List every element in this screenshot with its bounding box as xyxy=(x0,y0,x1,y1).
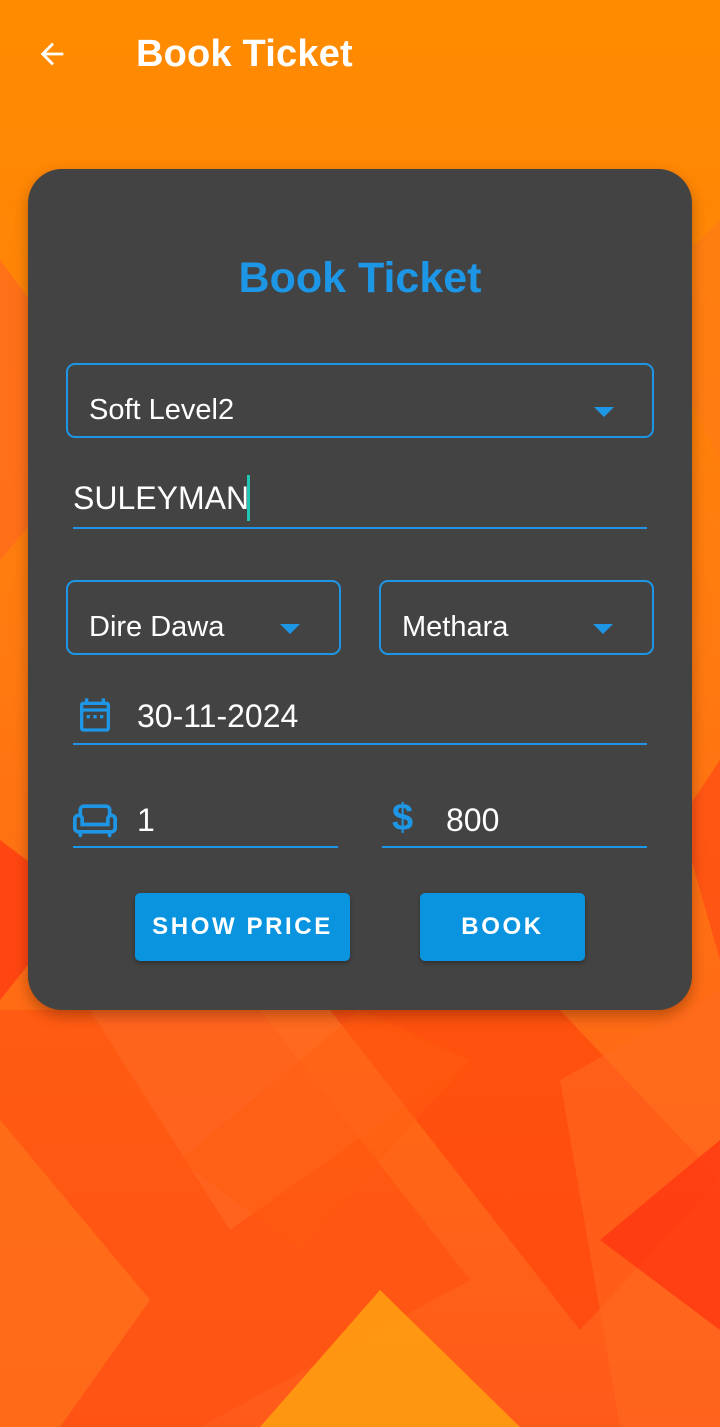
back-button[interactable] xyxy=(22,24,82,84)
passenger-name-input[interactable]: SULEYMAN xyxy=(73,470,647,529)
dollar-icon: $ xyxy=(392,797,414,839)
to-city-value: Methara xyxy=(402,611,509,643)
seats-value: 1 xyxy=(137,802,155,838)
travel-date-field[interactable]: 30-11-2024 xyxy=(73,690,647,745)
travel-date-value: 30-11-2024 xyxy=(137,698,299,734)
dropdown-arrow-icon xyxy=(593,624,613,634)
app-bar-title: Book Ticket xyxy=(136,33,353,75)
dropdown-arrow-icon xyxy=(280,624,300,634)
bus-level-value: Soft Level2 xyxy=(89,394,235,426)
form-title: Book Ticket xyxy=(238,254,482,302)
show-price-button[interactable]: SHOW PRICE xyxy=(135,893,350,961)
arrow-back-icon xyxy=(40,42,64,66)
book-ticket-screen: Book Ticket Book Ticket Soft Level2 SULE… xyxy=(0,0,720,1427)
dropdown-arrow-icon xyxy=(594,407,614,417)
price-field: $ 800 xyxy=(382,793,647,848)
calendar-icon xyxy=(80,698,110,732)
text-cursor xyxy=(247,475,250,521)
to-city-dropdown[interactable]: Methara xyxy=(379,580,654,655)
app-bar: Book Ticket xyxy=(0,0,720,108)
from-city-dropdown[interactable]: Dire Dawa xyxy=(66,580,341,655)
price-value: 800 xyxy=(446,802,500,838)
seat-icon xyxy=(73,804,117,838)
bus-level-dropdown[interactable]: Soft Level2 xyxy=(66,363,654,438)
seats-input[interactable]: 1 xyxy=(73,793,338,848)
passenger-name-value: SULEYMAN xyxy=(73,480,250,516)
book-button[interactable]: BOOK xyxy=(420,893,585,961)
from-city-value: Dire Dawa xyxy=(89,611,225,643)
